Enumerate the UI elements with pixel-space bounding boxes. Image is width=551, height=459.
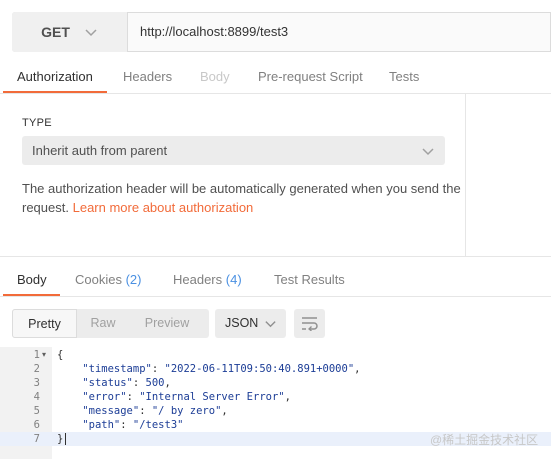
line-number: 6 [33,419,40,431]
code-line: "message": "/ by zero", [82,405,228,417]
tab-pre-request-script[interactable]: Pre-request Script [258,60,363,94]
divider [0,256,551,257]
json-key: "timestamp" [82,363,152,375]
chevron-down-icon [85,29,97,37]
response-tab-test-results[interactable]: Test Results [274,262,345,298]
method-select[interactable]: GET [12,12,128,52]
auth-description: The authorization header will be automat… [22,179,462,217]
headers-count: (4) [225,272,242,287]
cookies-count: (2) [125,272,142,287]
type-label: TYPE [22,117,52,129]
wrap-lines-icon [302,317,318,331]
json-key: "error" [82,391,127,403]
headers-label: Headers [173,272,223,287]
tab-body[interactable]: Body [200,60,230,94]
learn-more-link[interactable]: Learn more about authorization [73,200,254,215]
line-number: 7 [33,433,40,445]
code-line: { [57,348,63,362]
json-value: "/ by zero" [151,405,222,417]
method-label: GET [41,24,70,40]
json-value: "Internal Server Error" [139,391,285,403]
auth-type-value: Inherit auth from parent [32,143,168,158]
json-value: 500 [145,377,165,389]
text-cursor [65,433,66,445]
line-number: 5 [33,405,40,417]
line-number: 3 [33,377,40,389]
json-key: "path" [82,419,121,431]
format-value: JSON [225,316,259,330]
response-tab-body[interactable]: Body [17,262,47,298]
wrap-lines-button[interactable] [294,309,325,338]
authorization-pane [0,93,466,256]
line-number: 2 [33,363,40,375]
code-line: "path": "/test3" [82,419,184,431]
code-line: "status": 500, [82,377,171,389]
divider [0,296,551,297]
brace: { [57,349,64,361]
line-number: 4 [33,391,40,403]
watermark: @稀土掘金技术社区 [430,433,539,447]
line-number: 1 [33,349,40,361]
json-value: "2022-06-11T09:50:40.891+0000" [164,363,355,375]
code-line: "error": "Internal Server Error", [82,391,291,403]
cookies-label: Cookies [75,272,122,287]
json-key: "status" [82,377,133,389]
auth-type-select[interactable]: Inherit auth from parent [22,136,445,165]
brace: } [57,433,64,445]
response-tab-headers[interactable]: Headers (4) [173,262,242,298]
json-key: "message" [82,405,140,417]
chevron-down-icon [265,321,276,328]
preview-button[interactable]: Preview [130,309,204,338]
pretty-button[interactable]: Pretty [12,309,77,338]
code-line: "timestamp": "2022-06-11T09:50:40.891+00… [82,363,361,375]
json-value: "/test3" [132,419,184,431]
code-line: } [57,432,63,446]
tab-headers[interactable]: Headers [123,60,172,94]
url-input[interactable]: http://localhost:8899/test3 [140,12,288,52]
chevron-down-icon [422,148,434,156]
tab-authorization[interactable]: Authorization [17,60,93,94]
raw-button[interactable]: Raw [77,309,129,338]
response-tab-cookies[interactable]: Cookies (2) [75,262,141,298]
fold-arrow-icon[interactable]: ▾ [42,348,46,362]
format-select[interactable]: JSON [215,309,286,338]
tab-tests[interactable]: Tests [389,60,419,94]
